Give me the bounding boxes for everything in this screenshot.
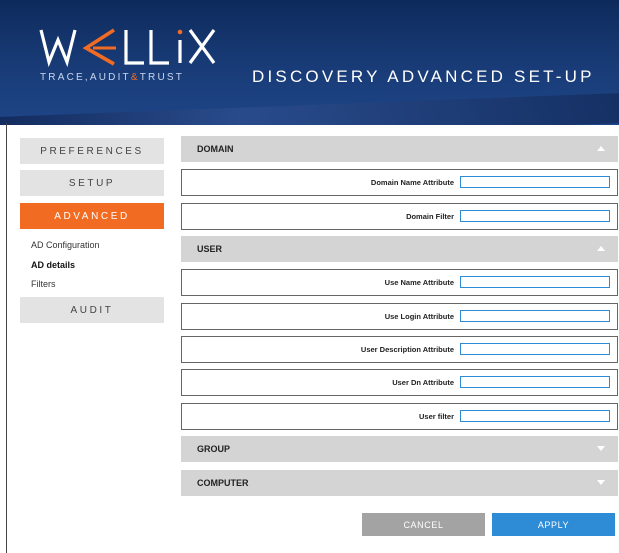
- expand-arrow-icon[interactable]: [597, 446, 605, 451]
- field-row-user-description-attribute: User Description Attribute: [181, 336, 618, 363]
- field-row-user-dn-attribute: User Dn Attribute: [181, 369, 618, 396]
- field-row-use-login-attribute: Use Login Attribute: [181, 303, 618, 330]
- wallix-logo-icon: [39, 28, 216, 68]
- logo-tagline: TRACE,AUDIT&TRUST: [40, 72, 184, 83]
- field-label: Use Login Attribute: [384, 312, 454, 321]
- user-description-attribute-input[interactable]: [460, 343, 610, 355]
- collapse-arrow-icon[interactable]: [597, 146, 605, 151]
- tagline-amp: &: [130, 72, 140, 83]
- use-login-attribute-input[interactable]: [460, 310, 610, 322]
- page-title: DISCOVERY ADVANCED SET-UP: [252, 67, 595, 86]
- field-label: User filter: [418, 412, 454, 421]
- app-header: WALLIX TRACE,AUDIT&TRUST DISCOVERY ADVAN…: [0, 0, 619, 125]
- field-label: User Description Attribute: [360, 345, 454, 354]
- field-label: Use Name Attribute: [384, 278, 454, 287]
- user-dn-attribute-input[interactable]: [460, 376, 610, 388]
- tagline-part2: TRUST: [139, 72, 185, 83]
- expand-arrow-icon[interactable]: [597, 480, 605, 485]
- section-user-title: USER: [197, 244, 223, 254]
- collapse-arrow-icon[interactable]: [597, 246, 605, 251]
- field-row-domain-filter: Domain Filter: [181, 203, 618, 230]
- domain-name-attribute-input[interactable]: [460, 176, 610, 188]
- field-label: User Dn Attribute: [392, 378, 454, 387]
- section-user-header[interactable]: USER: [181, 236, 618, 262]
- sidebar-item-preferences[interactable]: PREFERENCES: [20, 138, 164, 164]
- sidebar-item-setup[interactable]: SETUP: [20, 170, 164, 196]
- sidebar-item-audit[interactable]: AUDIT: [20, 297, 164, 323]
- field-row-user-filter: User filter: [181, 403, 618, 430]
- section-group-title: GROUP: [197, 444, 231, 454]
- field-row-domain-name-attribute: Domain Name Attribute: [181, 169, 618, 196]
- section-computer-title: COMPUTER: [197, 478, 249, 488]
- sidebar-subitem-filters[interactable]: Filters: [31, 279, 56, 289]
- section-domain-header[interactable]: DOMAIN: [181, 136, 618, 162]
- sidebar-subitem-ad-configuration[interactable]: AD Configuration: [31, 240, 100, 250]
- sidebar-item-advanced[interactable]: ADVANCED: [20, 203, 164, 229]
- field-label: Domain Filter: [406, 212, 454, 221]
- cancel-button[interactable]: CANCEL: [362, 513, 485, 536]
- apply-button[interactable]: APPLY: [492, 513, 615, 536]
- section-group-header[interactable]: GROUP: [181, 436, 618, 462]
- field-label: Domain Name Attribute: [370, 178, 454, 187]
- section-computer-header[interactable]: COMPUTER: [181, 470, 618, 496]
- user-filter-input[interactable]: [460, 410, 610, 422]
- use-name-attribute-input[interactable]: [460, 276, 610, 288]
- sidebar-subitem-ad-details[interactable]: AD details: [31, 260, 75, 270]
- section-domain-title: DOMAIN: [197, 144, 234, 154]
- tagline-part1: TRACE,AUDIT: [40, 72, 131, 83]
- field-row-use-name-attribute: Use Name Attribute: [181, 269, 618, 296]
- domain-filter-input[interactable]: [460, 210, 610, 222]
